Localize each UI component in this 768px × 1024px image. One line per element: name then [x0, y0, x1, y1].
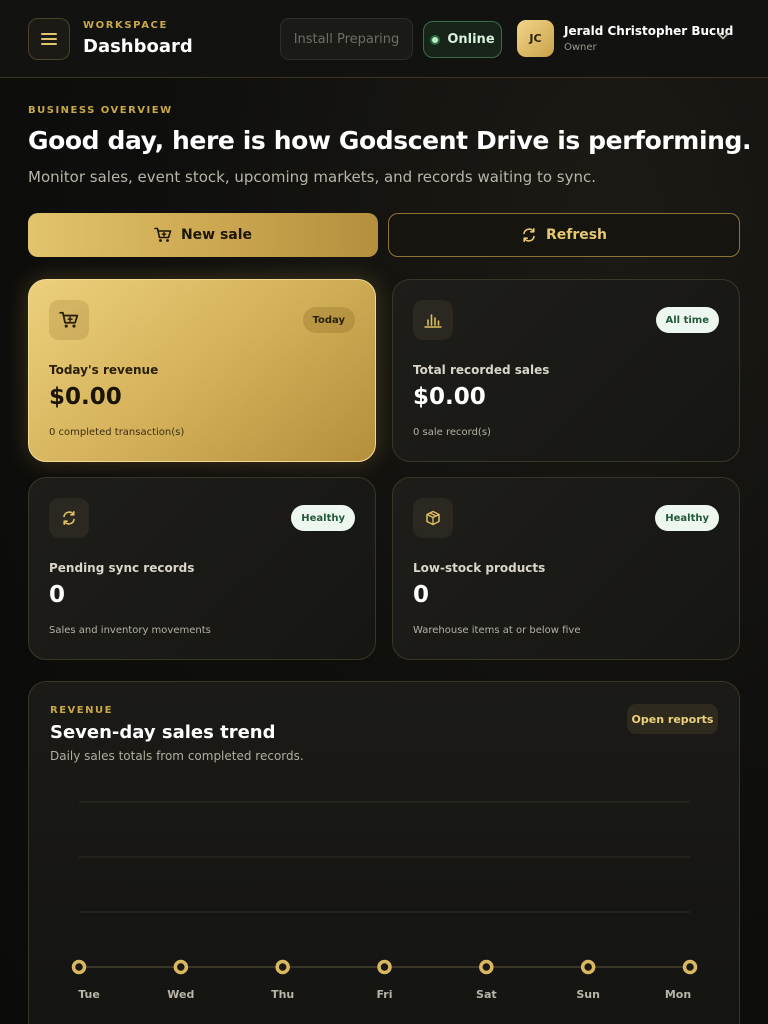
data-point[interactable] [682, 959, 698, 975]
box-icon [426, 510, 440, 526]
x-tick-label: Mon [665, 988, 691, 1001]
data-point[interactable] [580, 959, 596, 975]
top-bar: WORKSPACE Dashboard Install Preparing On… [0, 0, 768, 78]
overview-subline: Monitor sales, event stock, upcoming mar… [28, 168, 596, 186]
user-role: Owner [564, 42, 597, 53]
sync-icon [63, 511, 75, 525]
new-sale-button[interactable]: New sale [28, 213, 378, 257]
card-icon-container [413, 498, 453, 538]
online-status-label: Online [447, 32, 495, 47]
data-point[interactable] [479, 959, 494, 975]
overview-eyebrow: BUSINESS OVERVIEW [28, 105, 173, 116]
sales-trend-chart: Tue Wed Thu Fri Sat Sun Mon [71, 801, 698, 1001]
card-note: Warehouse items at or below five [413, 625, 581, 636]
cart-icon [154, 227, 172, 242]
card-label: Today's revenue [49, 363, 159, 377]
revenue-panel: REVENUE Seven-day sales trend Daily sale… [28, 681, 740, 1024]
card-value: 0 [49, 582, 66, 608]
low-stock-card[interactable]: Healthy Low-stock products 0 Warehouse i… [392, 477, 740, 660]
today-badge: Today [302, 307, 355, 333]
status-dot-icon [430, 34, 441, 45]
hamburger-icon [41, 33, 57, 45]
todays-revenue-card[interactable]: Today Today's revenue $0.00 0 completed … [28, 279, 376, 462]
online-status-badge: Online [423, 21, 502, 58]
page-title: Dashboard [83, 36, 193, 57]
data-point[interactable] [275, 959, 290, 975]
cart-icon [59, 311, 79, 328]
card-value: $0.00 [49, 384, 122, 410]
x-tick-label: Sat [476, 988, 497, 1001]
overview-headline: Good day, here is how Godscent Drive is … [28, 126, 752, 155]
x-tick-label: Thu [271, 988, 294, 1001]
healthy-badge: Healthy [291, 505, 355, 531]
card-label: Pending sync records [49, 561, 195, 575]
card-note: Sales and inventory movements [49, 625, 211, 636]
card-note: 0 sale record(s) [413, 427, 491, 438]
x-tick-label: Wed [167, 988, 194, 1001]
refresh-button[interactable]: Refresh [388, 213, 740, 257]
card-icon-container [413, 300, 453, 340]
all-time-badge: All time [655, 307, 719, 333]
avatar[interactable]: JC [517, 20, 554, 57]
chevron-down-icon[interactable] [717, 32, 729, 40]
healthy-badge: Healthy [655, 505, 719, 531]
card-label: Total recorded sales [413, 363, 550, 377]
total-sales-card[interactable]: All time Total recorded sales $0.00 0 sa… [392, 279, 740, 462]
x-tick-label: Fri [376, 988, 392, 1001]
user-name[interactable]: Jerald Christopher Bucud [564, 24, 733, 38]
new-sale-label: New sale [180, 227, 253, 243]
refresh-label: Refresh [545, 227, 608, 243]
install-button[interactable]: Install Preparing [280, 18, 413, 60]
workspace-label: WORKSPACE [83, 20, 168, 31]
data-point[interactable] [377, 959, 392, 975]
refresh-icon [523, 228, 535, 242]
card-note: 0 completed transaction(s) [49, 427, 185, 438]
menu-button[interactable] [28, 18, 70, 60]
x-tick-label: Sun [576, 988, 600, 1001]
card-value: 0 [413, 582, 430, 608]
data-point[interactable] [173, 959, 189, 975]
bar-chart-icon [424, 314, 442, 328]
x-tick-label: Tue [78, 988, 100, 1001]
pending-sync-card[interactable]: Healthy Pending sync records 0 Sales and… [28, 477, 376, 660]
card-value: $0.00 [413, 384, 486, 410]
card-icon-container [49, 498, 89, 538]
card-icon-container [49, 300, 89, 340]
card-label: Low-stock products [413, 561, 546, 575]
data-point[interactable] [71, 959, 87, 975]
